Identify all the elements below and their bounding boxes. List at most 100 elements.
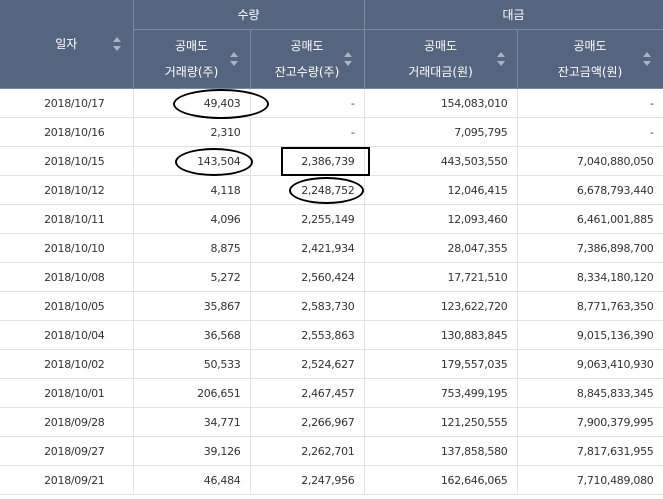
date-cell: 2018/10/15	[0, 146, 134, 176]
short-balance-amount-cell: -	[517, 117, 663, 147]
table-row[interactable]: 2018/10/17 49,403-154,083,010-	[0, 88, 663, 118]
short-trade-amount-cell: 753,499,195	[364, 378, 518, 408]
short-balance-amount-cell: 7,817,631,955	[517, 436, 663, 466]
table-row[interactable]: 2018/10/04 36,568 2,553,863 130,883,845 9,01…	[0, 320, 663, 350]
date-cell: 2018/10/11	[0, 204, 134, 234]
short-balance-qty-cell: 2,421,934	[250, 233, 365, 263]
short-volume-cell: 2,310	[133, 117, 251, 147]
group-header-amount: 대금	[364, 0, 663, 30]
short-balance-qty-cell: 2,467,457	[250, 378, 365, 408]
short-trade-amount-cell: 12,046,415	[364, 175, 518, 205]
short-balance-amount-cell: 7,386,898,700	[517, 233, 663, 263]
short-balance-qty-cell: 2,560,424	[250, 262, 365, 292]
table-row[interactable]: 2018/10/02 50,533 2,524,627 179,557,035 9,06…	[0, 349, 663, 379]
sort-icon[interactable]	[343, 51, 352, 67]
column-header-line2: 잔고금액(원)	[557, 65, 623, 79]
date-cell: 2018/10/16	[0, 117, 134, 147]
date-cell: 2018/09/28	[0, 407, 134, 437]
short-balance-qty-cell: 2,386,739	[250, 146, 365, 176]
short-balance-qty-cell: 2,255,149	[250, 204, 365, 234]
short-trade-amount-cell: 123,622,720	[364, 291, 518, 321]
column-header-short-balance-qty[interactable]: 공매도 잔고수량(주)	[250, 29, 365, 89]
short-volume-cell: 4,096	[133, 204, 251, 234]
short-balance-qty-cell: 2,248,752	[250, 175, 365, 205]
table-body: 2018/10/17 49,403-154,083,010-2018/10/16 2…	[0, 88, 663, 495]
table-row[interactable]: 2018/09/21 46,484 2,247,956 162,646,065 7,71…	[0, 465, 663, 495]
column-header-short-volume[interactable]: 공매도 거래량(주)	[133, 29, 251, 89]
date-cell: 2018/09/21	[0, 465, 134, 495]
group-header-quantity: 수량	[133, 0, 365, 30]
short-trade-amount-cell: 137,858,580	[364, 436, 518, 466]
table-row[interactable]: 2018/10/08 5,272 2,560,424 17,721,510 8,334,…	[0, 262, 663, 292]
sort-icon[interactable]	[496, 51, 505, 67]
date-cell: 2018/10/17	[0, 88, 134, 118]
short-volume-cell: 143,504	[133, 146, 251, 176]
column-header-date[interactable]: 일자	[0, 0, 134, 89]
date-cell: 2018/10/05	[0, 291, 134, 321]
short-balance-amount-cell: 8,771,763,350	[517, 291, 663, 321]
short-balance-qty-cell: 2,583,730	[250, 291, 365, 321]
column-header-short-balance-amount[interactable]: 공매도 잔고금액(원)	[517, 29, 663, 89]
short-selling-table: 일자 수량 대금 공매도 거래량(주) 공매도 잔고수량(주) 공매도 거래대금…	[0, 0, 663, 495]
short-trade-amount-cell: 179,557,035	[364, 349, 518, 379]
table-row[interactable]: 2018/10/05 35,867 2,583,730 123,622,720 8,77…	[0, 291, 663, 321]
column-header-line1: 공매도	[423, 39, 458, 53]
short-trade-amount-cell: 17,721,510	[364, 262, 518, 292]
short-balance-qty-cell: 2,266,967	[250, 407, 365, 437]
date-cell: 2018/10/12	[0, 175, 134, 205]
column-header-line1: 공매도	[573, 39, 607, 53]
short-volume-cell: 8,875	[133, 233, 251, 263]
table-row[interactable]: 2018/10/10 8,875 2,421,934 28,047,355 7,386,…	[0, 233, 663, 263]
short-trade-amount-cell: 162,646,065	[364, 465, 518, 495]
short-balance-qty-cell: -	[250, 117, 365, 147]
short-volume-cell: 49,403	[133, 88, 251, 118]
sort-icon[interactable]	[642, 51, 651, 67]
short-selling-table-view: 일자 수량 대금 공매도 거래량(주) 공매도 잔고수량(주) 공매도 거래대금…	[0, 0, 663, 499]
date-cell: 2018/09/27	[0, 436, 134, 466]
sort-icon[interactable]	[112, 36, 121, 52]
short-balance-amount-cell: -	[517, 88, 663, 118]
short-trade-amount-cell: 121,250,555	[364, 407, 518, 437]
table-row[interactable]: 2018/10/01 206,651 2,467,457 753,499,195 8,8…	[0, 378, 663, 408]
date-cell: 2018/10/02	[0, 349, 134, 379]
short-trade-amount-cell: 130,883,845	[364, 320, 518, 350]
date-cell: 2018/10/01	[0, 378, 134, 408]
date-cell: 2018/10/10	[0, 233, 134, 263]
short-balance-qty-cell: 2,247,956	[250, 465, 365, 495]
short-volume-cell: 39,126	[133, 436, 251, 466]
column-header-line2: 거래대금(원)	[408, 65, 473, 79]
short-balance-qty-cell: -	[250, 88, 365, 118]
short-trade-amount-cell: 12,093,460	[364, 204, 518, 234]
short-trade-amount-cell: 443,503,550	[364, 146, 518, 176]
column-header-short-trade-amount[interactable]: 공매도 거래대금(원)	[364, 29, 518, 89]
table-row[interactable]: 2018/10/15 143,504 2,386,739 443,503,550 7,0…	[0, 146, 663, 176]
short-volume-cell: 50,533	[133, 349, 251, 379]
table-row[interactable]: 2018/10/12 4,118 2,248,752 12,046,415 6,678,…	[0, 175, 663, 205]
short-balance-amount-cell: 7,900,379,995	[517, 407, 663, 437]
sort-icon[interactable]	[229, 51, 238, 67]
short-balance-amount-cell: 9,063,410,930	[517, 349, 663, 379]
short-balance-amount-cell: 8,334,180,120	[517, 262, 663, 292]
short-balance-amount-cell: 9,015,136,390	[517, 320, 663, 350]
short-volume-cell: 206,651	[133, 378, 251, 408]
table-row[interactable]: 2018/10/16 2,310-7,095,795-	[0, 117, 663, 147]
short-volume-cell: 35,867	[133, 291, 251, 321]
table-row[interactable]: 2018/10/11 4,096 2,255,149 12,093,460 6,461,…	[0, 204, 663, 234]
short-balance-amount-cell: 8,845,833,345	[517, 378, 663, 408]
short-trade-amount-cell: 154,083,010	[364, 88, 518, 118]
short-balance-amount-cell: 7,710,489,080	[517, 465, 663, 495]
date-cell: 2018/10/08	[0, 262, 134, 292]
date-cell: 2018/10/04	[0, 320, 134, 350]
short-volume-cell: 46,484	[133, 465, 251, 495]
table-row[interactable]: 2018/09/28 34,771 2,266,967 121,250,555 7,90…	[0, 407, 663, 437]
short-balance-amount-cell: 6,461,001,885	[517, 204, 663, 234]
table-row[interactable]: 2018/09/27 39,126 2,262,701 137,858,580 7,81…	[0, 436, 663, 466]
short-volume-cell: 5,272	[133, 262, 251, 292]
short-balance-qty-cell: 2,553,863	[250, 320, 365, 350]
short-volume-cell: 4,118	[133, 175, 251, 205]
short-balance-amount-cell: 7,040,880,050	[517, 146, 663, 176]
short-trade-amount-cell: 28,047,355	[364, 233, 518, 263]
short-trade-amount-cell: 7,095,795	[364, 117, 518, 147]
short-balance-amount-cell: 6,678,793,440	[517, 175, 663, 205]
short-volume-cell: 36,568	[133, 320, 251, 350]
